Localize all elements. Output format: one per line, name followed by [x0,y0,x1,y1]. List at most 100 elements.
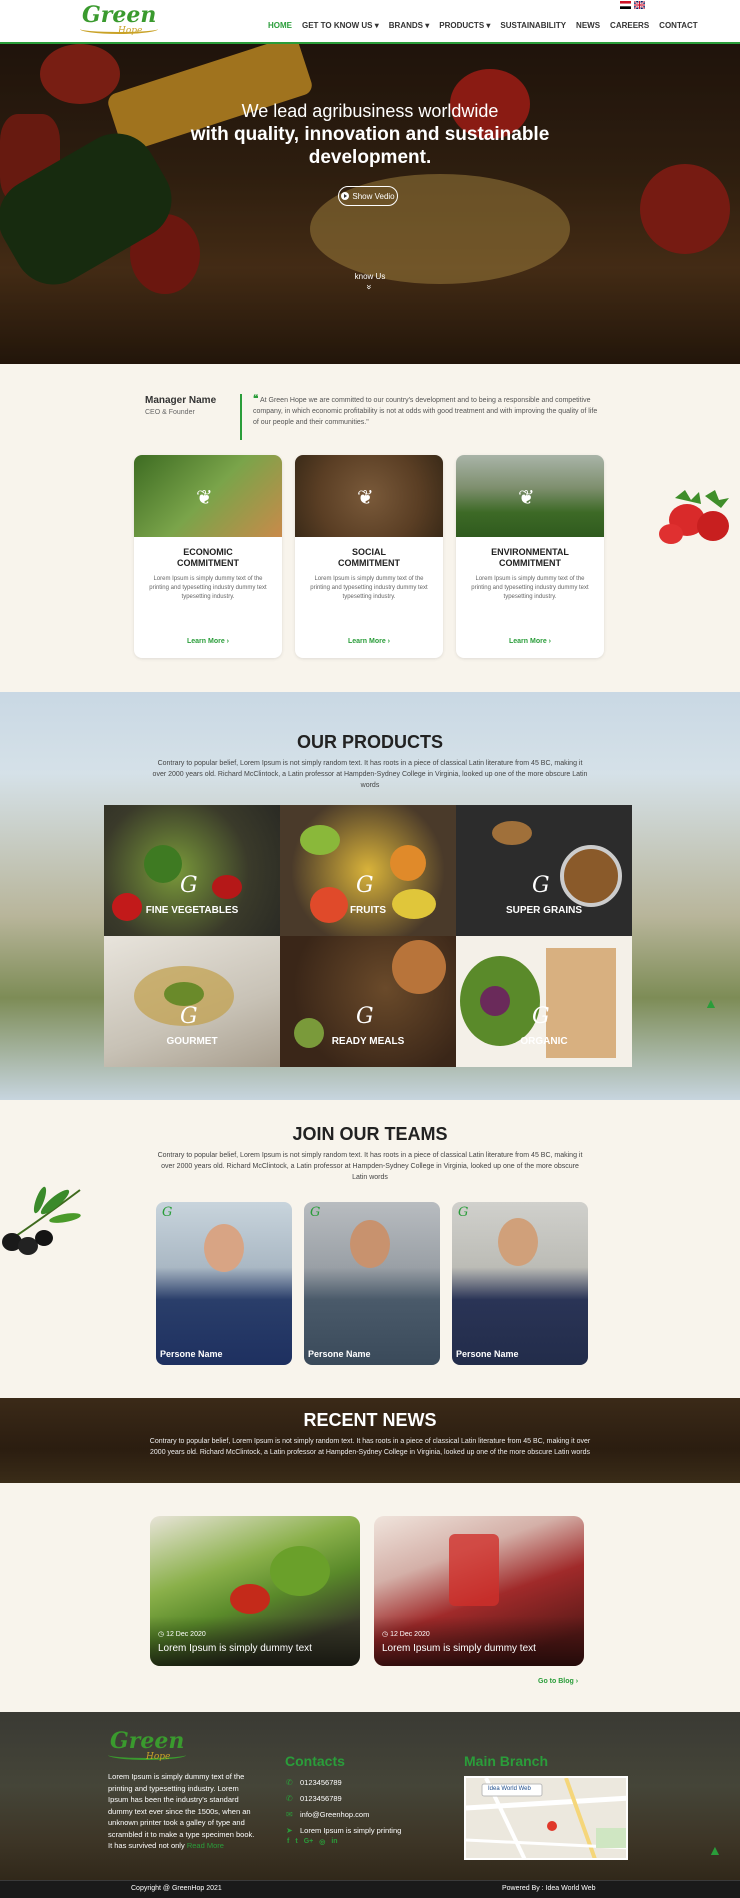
card-title: ENVIRONMENTAL COMMITMENT [491,547,569,568]
news-card-title: Lorem Ipsum is simply dummy text [158,1643,312,1654]
teams-title: JOIN OUR TEAMS [292,1124,448,1144]
learn-more-link[interactable]: Learn More › [295,638,443,645]
news-overlay [150,1616,360,1666]
person-face-decor [350,1220,390,1268]
contacts-title: Contacts [285,1753,345,1769]
show-video-button[interactable]: Show Vedio [338,186,398,206]
strawberry-decor-icon [659,490,729,544]
news-image-decor [270,1546,330,1596]
learn-more-link[interactable]: Learn More › [134,638,282,645]
product-tile-vegetables[interactable]: G FINE VEGETABLES [104,805,280,936]
card-image: ❦ [295,455,443,537]
clock-icon: ◷ [158,1631,165,1638]
contact-phone-1[interactable]: ✆ 0123456789 [286,1778,342,1787]
contact-phone-2[interactable]: ✆ 0123456789 [286,1794,342,1803]
news-card[interactable]: ◷ 12 Dec 2020 Lorem Ipsum is simply dumm… [150,1516,360,1666]
scroll-down-icon[interactable]: » [0,282,740,292]
product-tile-gourmet[interactable]: G GOURMET [104,936,280,1067]
linkedin-icon[interactable]: in [331,1838,337,1846]
scroll-top-icon[interactable]: ▲ [708,1842,722,1858]
site-logo[interactable]: Green Hope [80,2,160,40]
person-face-decor [204,1224,244,1272]
brand-g-icon: G [356,873,374,898]
nav-sustainability[interactable]: SUSTAINABILITY [500,21,566,30]
branch-map[interactable]: Idea World Web [464,1776,628,1860]
map-label: Idea World Web [488,1786,531,1792]
team-member-name: Persone Name [308,1349,371,1359]
product-tile-fruits[interactable]: G FRUITS [280,805,456,936]
team-card[interactable]: G Persone Name [304,1202,440,1365]
tile-decor [480,986,510,1016]
team-member-name: Persone Name [160,1349,223,1359]
card-title: SOCIAL COMMITMENT [338,547,400,568]
learn-more-link[interactable]: Learn More › [456,638,604,645]
leaf-icon: ❦ [357,487,374,509]
twitter-icon[interactable]: t [295,1838,297,1846]
card-desc: Lorem Ipsum is simply dummy text of the … [310,576,428,600]
know-us-link[interactable]: know Us [0,272,740,281]
teams-desc: Contrary to popular belief, Lorem Ipsum … [157,1152,583,1181]
person-face-decor [498,1218,538,1266]
footer-logo[interactable]: Green Hope [108,1728,188,1766]
team-card[interactable]: G Persone Name [156,1202,292,1365]
quote-divider [240,394,242,440]
main-branch-title: Main Branch [464,1753,549,1769]
clock-icon: ◷ [382,1631,389,1638]
brand-g-icon: G [532,873,550,898]
news-desc: Contrary to popular belief, Lorem Ipsum … [149,1438,591,1456]
play-icon [341,192,350,200]
commitment-card-economic: ❦ ECONOMIC COMMITMENT Lorem Ipsum is simp… [134,455,282,658]
news-title: RECENT NEWS [303,1410,437,1430]
read-more-link[interactable]: Read More [187,1841,224,1850]
brand-g-icon: G [180,873,198,898]
product-label: FINE VEGETABLES [145,905,239,916]
brand-g-icon: G [162,1205,173,1220]
nav-get-to-know-us[interactable]: GET TO KNOW US ▾ [302,21,379,30]
manager-quote: ❝ At Green Hope we are committed to our … [253,394,598,426]
main-nav: HOME GET TO KNOW US ▾ BRANDS ▾ PRODUCTS … [268,21,698,30]
nav-news[interactable]: NEWS [576,21,600,30]
product-label: FRUITS [349,905,387,916]
card-image: ❦ [134,455,282,537]
product-tile-grains[interactable]: G SUPER GRAINS [456,805,632,936]
commitment-card-environmental: ❦ ENVIRONMENTAL COMMITMENT Lorem Ipsum is… [456,455,604,658]
facebook-icon[interactable]: f [287,1838,289,1846]
nav-products[interactable]: PRODUCTS ▾ [439,21,490,30]
leaf-icon: ❦ [196,487,213,509]
phone-icon: ✆ [286,1778,293,1787]
product-tile-organic[interactable]: G ORGANIC [456,936,632,1067]
uk-flag-icon[interactable] [634,1,645,9]
scroll-top-icon[interactable]: ▲ [704,995,718,1011]
product-tile-ready-meals[interactable]: G READY MEALS [280,936,456,1067]
hero-title: We lead agribusiness worldwide with qual… [190,101,550,168]
phone-icon: ✆ [286,1794,293,1803]
card-desc: Lorem Ipsum is simply dummy text of the … [471,576,589,600]
egypt-flag-icon[interactable] [620,1,631,9]
go-to-blog-link[interactable]: Go to Blog › [538,1678,578,1685]
news-date: ◷ 12 Dec 2020 [382,1631,430,1638]
team-card[interactable]: G Persone Name [452,1202,588,1365]
contact-email[interactable]: ✉ info@Greenhop.com [286,1810,369,1819]
quote-icon: ❝ [253,394,259,405]
nav-brands[interactable]: BRANDS ▾ [389,21,429,30]
news-overlay [374,1616,584,1666]
nav-home[interactable]: HOME [268,21,292,30]
nav-contact[interactable]: CONTACT [659,21,698,30]
brand-g-icon: G [532,1004,550,1029]
logo-subtext: Hope [118,26,143,36]
tile-decor [492,821,532,845]
news-card[interactable]: ◷ 12 Dec 2020 Lorem Ipsum is simply dumm… [374,1516,584,1666]
products-title: OUR PRODUCTS [296,732,443,752]
card-desc: Lorem Ipsum is simply dummy text of the … [149,576,267,600]
tile-decor [212,875,242,899]
card-image: ❦ [456,455,604,537]
product-label: READY MEALS [331,1036,405,1047]
news-date: ◷ 12 Dec 2020 [158,1631,206,1638]
powered-by-link[interactable]: Powered By : Idea World Web [502,1885,596,1892]
nav-careers[interactable]: CAREERS [610,21,649,30]
instagram-icon[interactable]: ◎ [319,1838,325,1846]
social-links: f t G+ ◎ in [287,1838,338,1846]
google-plus-icon[interactable]: G+ [304,1838,314,1846]
news-image-decor [230,1584,270,1614]
footer-about: Lorem Ipsum is simply dummy text of the … [108,1772,255,1850]
